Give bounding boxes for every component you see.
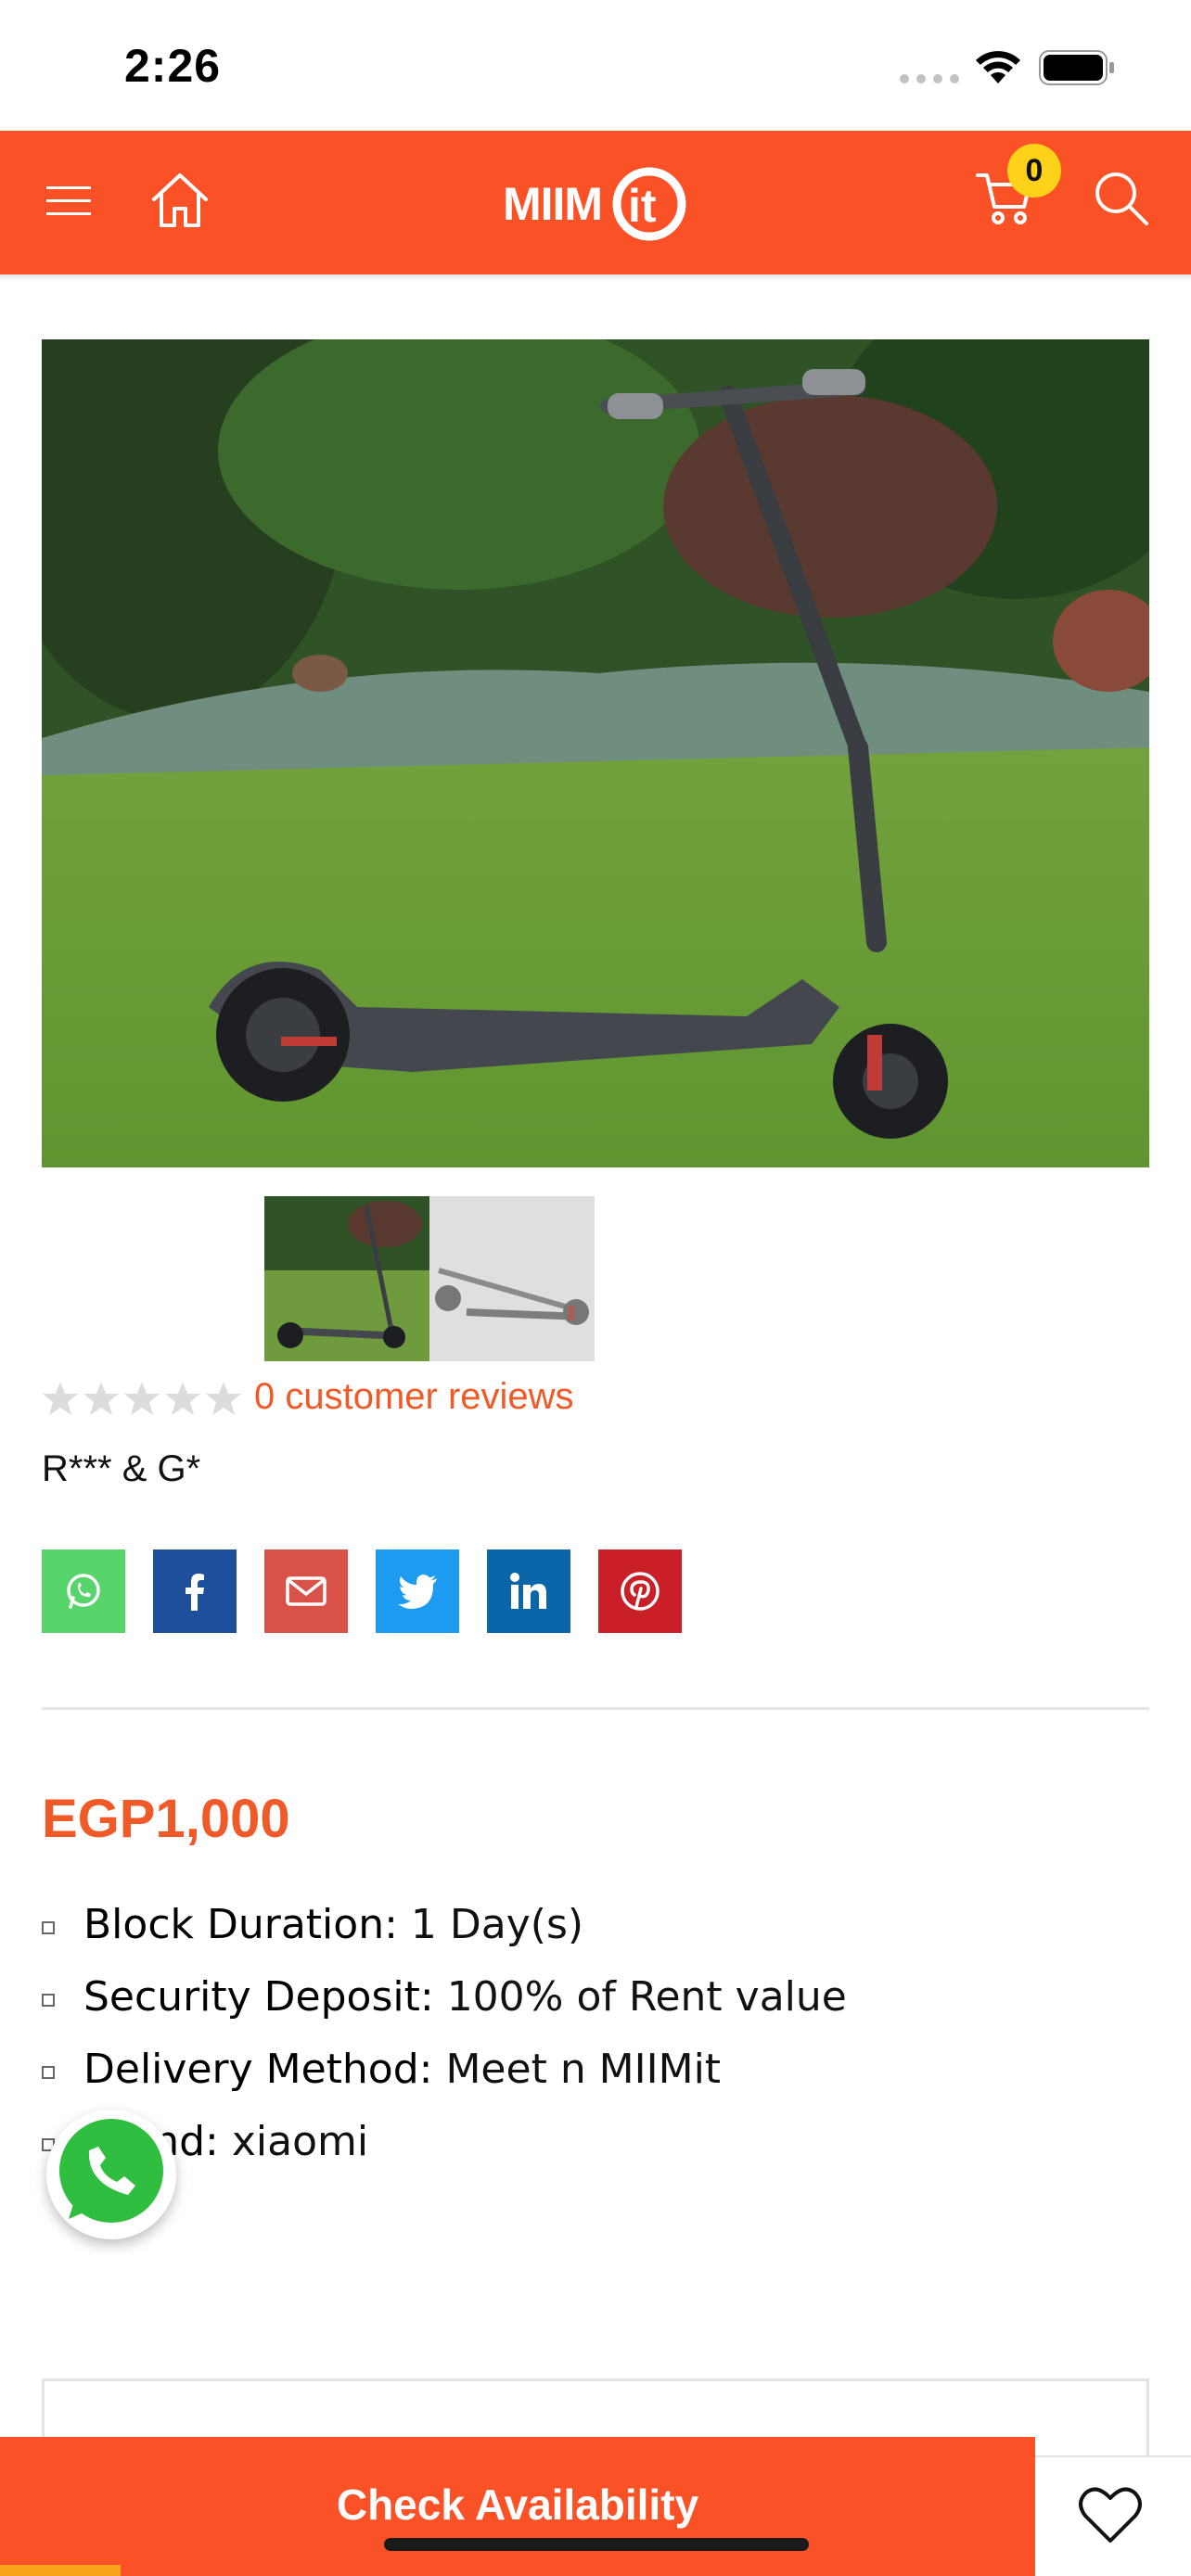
attribute-label: Delivery Method: [83,2046,433,2093]
header-shadow [0,274,1191,282]
list-bullet [42,1994,55,2007]
section-divider [42,1707,1149,1710]
status-bar: 2:26 [0,0,1191,131]
star-empty-icon [124,1382,160,1415]
cellular-signal-icon [900,74,959,83]
attribute-value: 100% of Rent value [433,1973,847,2021]
miimit-logo[interactable]: MIIM it [501,162,690,246]
product-short-description: R*** & G* [42,1448,201,1489]
battery-icon [1039,50,1114,85]
share-buttons [42,1549,682,1633]
star-empty-icon [43,1382,78,1415]
attribute-value: xiaomi [218,2118,369,2165]
product-thumbnail[interactable] [264,1196,429,1361]
attribute-delivery-method: Delivery Method: Meet n MIIMit [42,2046,847,2118]
scooter-folded-thumbnail [429,1196,595,1361]
twitter-icon [398,1575,437,1609]
svg-text:MIIM: MIIM [503,178,602,230]
app-header: MIIM it 0 [0,131,1191,274]
attribute-value: 1 Day(s) [397,1901,584,1948]
check-availability-button[interactable]: Check Availability [0,2437,1035,2576]
share-pinterest-button[interactable] [598,1549,682,1633]
customer-reviews-link[interactable]: 0 customer reviews [254,1376,574,1418]
linkedin-icon [510,1573,546,1609]
rating-stars [42,1380,242,1417]
attribute-block-duration: Block Duration: 1 Day(s) [42,1901,847,1973]
product-price: EGP1,000 [42,1789,290,1849]
menu-icon[interactable] [45,183,93,220]
home-indicator [384,2538,809,2551]
cart-count-badge: 0 [1007,144,1061,198]
bottom-accent-strip [0,2565,121,2576]
product-thumbnail[interactable] [429,1196,595,1361]
email-icon [286,1576,327,1606]
attribute-label: Security Deposit: [83,1973,434,2021]
svg-text:it: it [628,180,657,232]
product-main-image[interactable] [42,339,1149,1167]
heart-icon[interactable] [1078,2485,1143,2544]
whatsapp-icon [59,2119,163,2223]
attribute-label: Block Duration: [83,1901,398,1948]
list-bullet [42,2066,55,2079]
scooter-on-grass-thumbnail [264,1196,429,1361]
star-empty-icon [206,1382,241,1415]
share-facebook-button[interactable] [153,1549,237,1633]
attribute-value: Meet n MIIMit [432,2046,722,2093]
status-time: 2:26 [124,40,222,92]
star-empty-icon [165,1382,200,1415]
whatsapp-icon [67,1574,100,1609]
search-icon[interactable] [1093,170,1150,227]
share-whatsapp-button[interactable] [42,1549,125,1633]
attribute-security-deposit: Security Deposit: 100% of Rent value [42,1973,847,2046]
scooter-photo [42,339,1149,1167]
pinterest-icon [621,1572,660,1611]
whatsapp-chat-button[interactable] [46,2110,176,2239]
wishlist-area [1035,2455,1191,2576]
home-icon[interactable] [148,168,211,231]
list-bullet [42,1921,55,1934]
facebook-icon [186,1574,204,1611]
wifi-icon [976,51,1020,83]
star-empty-icon [83,1382,119,1415]
share-twitter-button[interactable] [376,1549,459,1633]
share-email-button[interactable] [264,1549,348,1633]
share-linkedin-button[interactable] [487,1549,570,1633]
